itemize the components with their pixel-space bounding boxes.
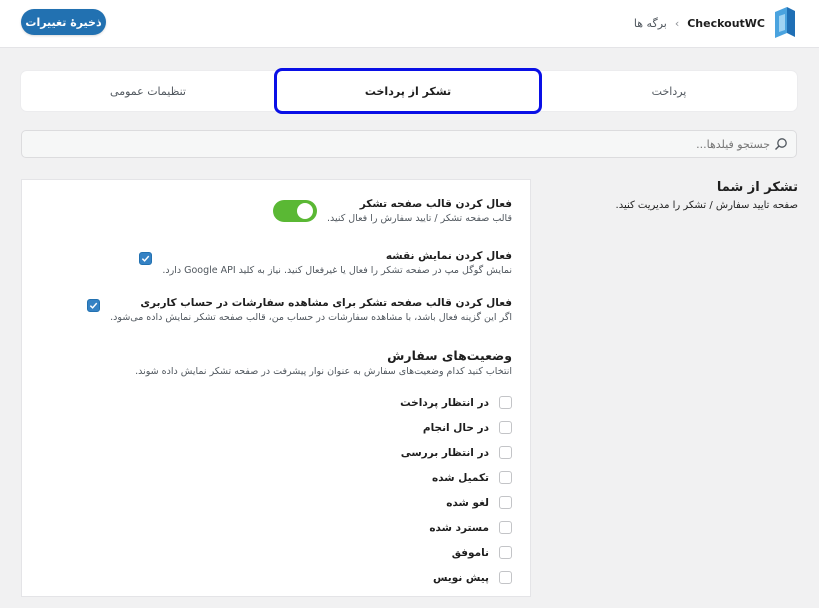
option-enable-map: فعال کردن نمایش نقشه نمایش گوگل مپ در صف… — [139, 250, 512, 276]
option-title: فعال کردن قالب صفحه تشکر — [359, 198, 512, 210]
brand-name: CheckoutWC — [687, 16, 765, 30]
order-statuses-description: انتخاب کنید کدام وضعیت‌های سفارش به عنوا… — [135, 366, 512, 377]
status-refunded[interactable]: مسترد شده — [312, 515, 512, 540]
status-draft[interactable]: پیش نویس — [312, 565, 512, 590]
status-processing[interactable]: در حال انجام — [312, 415, 512, 440]
status-checkbox[interactable] — [499, 571, 512, 584]
status-label: در انتظار پرداخت — [400, 396, 489, 409]
status-cancelled[interactable]: لغو شده — [312, 490, 512, 515]
status-pending-payment[interactable]: در انتظار پرداخت — [312, 390, 512, 415]
status-on-hold[interactable]: در انتظار بررسی — [312, 440, 512, 465]
status-checkbox[interactable] — [499, 446, 512, 459]
status-label: پیش نویس — [432, 571, 489, 584]
status-label: مسترد شده — [429, 521, 489, 534]
chevron-left-icon: ‹ — [674, 16, 680, 30]
status-label: در انتظار بررسی — [400, 446, 489, 459]
top-bar: ذخیرهٔ تغییرات برگه ها ‹ CheckoutWC — [0, 0, 819, 48]
check-icon — [142, 255, 150, 262]
toggle-knob — [296, 203, 313, 219]
status-checkbox[interactable] — [499, 521, 512, 534]
section-title: تشکر از شما — [716, 180, 798, 195]
search-icon — [775, 138, 787, 150]
status-label: تکمیل شده — [432, 471, 489, 484]
option-enable-order-view-template: فعال کردن قالب صفحه تشکر برای مشاهده سفا… — [87, 297, 512, 323]
option-description: نمایش گوگل مپ در صفحه تشکر را فعال یا غی… — [162, 265, 512, 276]
status-label: لغو شده — [446, 496, 489, 509]
order-statuses-title: وضعیت‌های سفارش — [387, 348, 512, 363]
option-description: اگر این گزینه فعال باشد، با مشاهده سفارش… — [110, 312, 512, 323]
option-description: قالب صفحه تشکر / تایید سفارش را فعال کنی… — [326, 213, 512, 224]
tab-payment[interactable]: پرداخت — [541, 71, 797, 111]
status-label: در حال انجام — [422, 421, 489, 434]
settings-tabs: پرداخت تشکر از پرداخت تنظیمات عمومی — [21, 68, 797, 114]
option-title: فعال کردن نمایش نقشه — [385, 250, 512, 262]
status-failed[interactable]: ناموفق — [312, 540, 512, 565]
option-enable-thank-you-template: فعال کردن قالب صفحه تشکر قالب صفحه تشکر … — [272, 198, 512, 224]
status-completed[interactable]: تکمیل شده — [312, 465, 512, 490]
status-checkbox[interactable] — [499, 496, 512, 509]
checkoutwc-logo-icon — [775, 7, 795, 38]
search-box — [21, 130, 797, 158]
breadcrumb: برگه ها ‹ CheckoutWC — [634, 6, 797, 40]
save-changes-button[interactable]: ذخیرهٔ تغییرات — [21, 9, 106, 35]
section-description: صفحه تایید سفارش / تشکر را مدیریت کنید. — [615, 200, 798, 211]
status-checkbox[interactable] — [499, 546, 512, 559]
check-icon — [90, 302, 98, 309]
search-fields-input[interactable] — [70, 137, 770, 151]
tab-general-settings[interactable]: تنظیمات عمومی — [21, 71, 275, 111]
option-title: فعال کردن قالب صفحه تشکر برای مشاهده سفا… — [140, 297, 512, 309]
map-display-checkbox[interactable] — [139, 252, 153, 265]
status-checkbox[interactable] — [499, 396, 512, 409]
order-status-list: در انتظار پرداخت در حال انجام در انتظار … — [312, 390, 512, 590]
settings-panel: فعال کردن قالب صفحه تشکر قالب صفحه تشکر … — [21, 179, 531, 597]
breadcrumb-pages-link[interactable]: برگه ها — [634, 17, 667, 30]
tab-thank-you[interactable]: تشکر از پرداخت — [274, 68, 542, 114]
status-checkbox[interactable] — [499, 421, 512, 434]
status-label: ناموفق — [451, 546, 489, 559]
order-view-template-checkbox[interactable] — [87, 299, 101, 312]
status-checkbox[interactable] — [499, 471, 512, 484]
thank-you-template-toggle[interactable] — [272, 200, 317, 222]
